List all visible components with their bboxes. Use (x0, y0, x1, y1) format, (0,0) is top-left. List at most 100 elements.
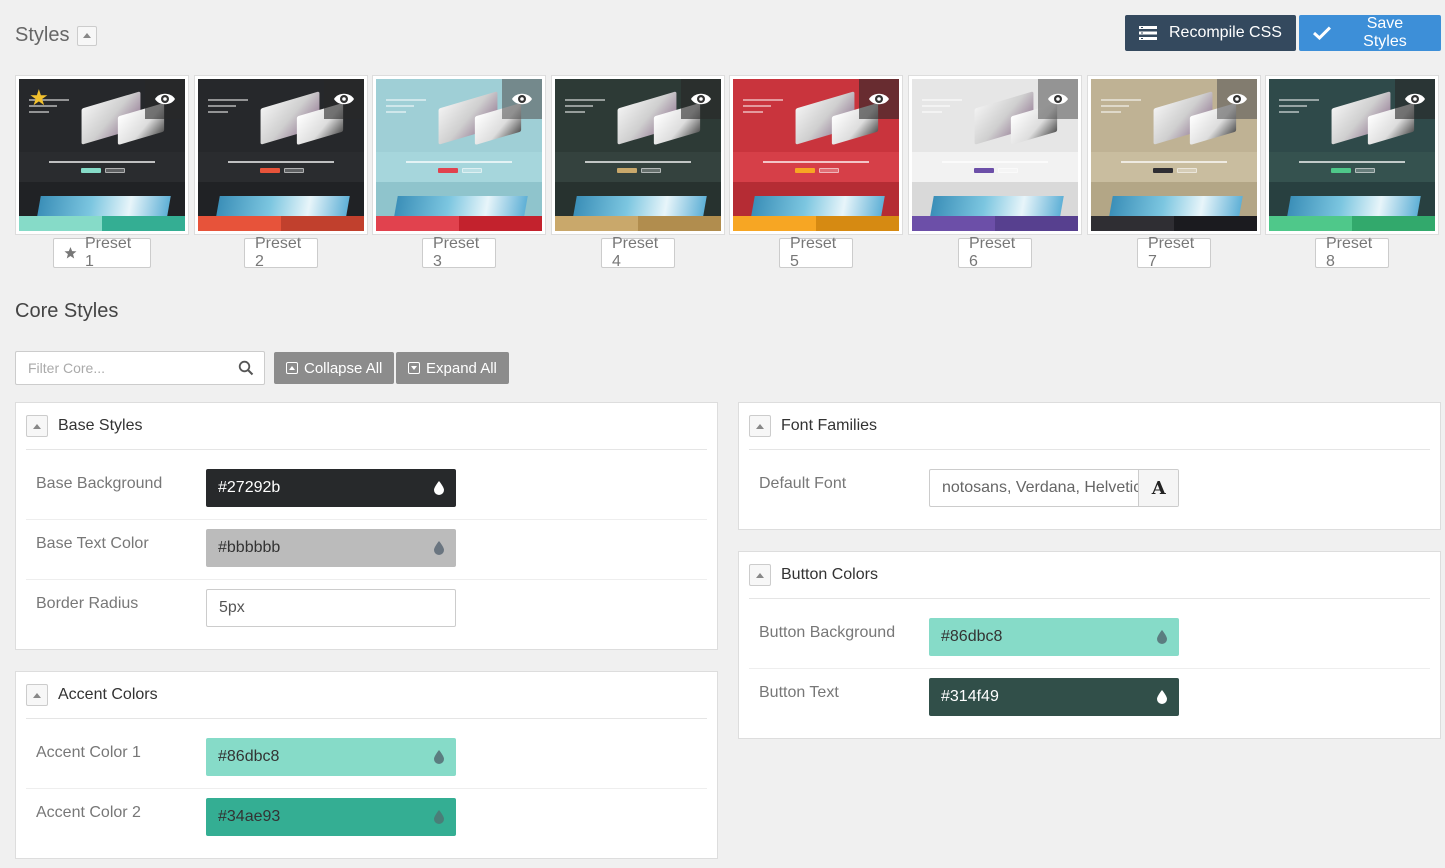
accent-colors-panel: Accent Colors Accent Color 1 #86dbc8 Acc… (15, 671, 718, 859)
preset-card[interactable]: Preset 6 (908, 75, 1082, 270)
preset-label-button[interactable]: Preset 1 (53, 235, 151, 270)
preset-label-button[interactable]: Preset 4 (601, 235, 675, 270)
preset-label-button[interactable]: Preset 8 (1315, 235, 1389, 270)
expand-all-button[interactable]: Expand All (396, 352, 509, 384)
preview-eye-button[interactable] (859, 79, 899, 119)
preset-card[interactable]: Preset 7 (1087, 75, 1261, 270)
preview-eye-button[interactable] (324, 79, 364, 119)
preset-label-button[interactable]: Preset 6 (958, 235, 1032, 270)
preset-color-swatch-primary (376, 216, 459, 231)
preset-label-button[interactable]: Preset 7 (1137, 235, 1211, 270)
chevron-up-icon (756, 423, 764, 429)
preview-eye-button[interactable] (681, 79, 721, 119)
list-icon (1139, 26, 1157, 40)
color-drop-icon[interactable] (434, 541, 444, 555)
collapse-square-icon (286, 362, 298, 374)
button-background-color-field[interactable]: #86dbc8 (929, 618, 1179, 656)
setting-label: Accent Color 1 (36, 744, 141, 761)
base-styles-collapse-toggle[interactable] (26, 415, 48, 437)
page-title-text: Styles (15, 24, 70, 46)
preset-label-text: Preset 4 (612, 235, 659, 270)
preset-card[interactable]: Preset 5 (729, 75, 903, 270)
recompile-css-label: Recompile CSS (1169, 24, 1282, 41)
preset-thumbnail[interactable] (194, 75, 368, 235)
preset-thumbnail[interactable]: ★ (15, 75, 189, 235)
preset-label-button[interactable]: Preset 3 (422, 235, 496, 270)
button-colors-header: Button Colors (749, 552, 1430, 599)
save-styles-button[interactable]: Save Styles (1299, 15, 1441, 51)
accent-colors-collapse-toggle[interactable] (26, 684, 48, 706)
setting-label: Default Font (759, 475, 847, 492)
setting-row-accent-color-1: Accent Color 1 #86dbc8 (26, 729, 707, 789)
collapse-all-button[interactable]: Collapse All (274, 352, 395, 384)
color-drop-icon[interactable] (1157, 630, 1167, 644)
preset-card[interactable]: ★ Preset 1 (15, 75, 189, 270)
filter-core-field[interactable] (15, 351, 265, 385)
styles-collapse-toggle[interactable] (77, 25, 98, 46)
setting-row-border-radius: Border Radius 5px (26, 580, 707, 640)
active-star-icon: ★ (29, 85, 49, 110)
setting-row-base-text-color: Base Text Color #bbbbbb (26, 520, 707, 580)
color-drop-icon[interactable] (434, 810, 444, 824)
preset-card[interactable]: Preset 2 (194, 75, 368, 270)
preset-thumbnail[interactable] (1087, 75, 1261, 235)
button-text-color-field[interactable]: #314f49 (929, 678, 1179, 716)
button-colors-collapse-toggle[interactable] (749, 564, 771, 586)
color-value: #27292b (218, 479, 281, 496)
preset-card[interactable]: Preset 4 (551, 75, 725, 270)
preset-color-swatch-secondary (816, 216, 899, 231)
core-styles-title: Core Styles (15, 300, 119, 322)
preset-thumbnail[interactable] (908, 75, 1082, 235)
font-families-title: Font Families (781, 417, 878, 434)
border-radius-value: 5px (219, 599, 245, 616)
thumbnail-footer (1269, 182, 1435, 216)
base-background-color-field[interactable]: #27292b (206, 469, 456, 507)
preset-label-text: Preset 2 (255, 235, 302, 270)
preset-color-swatch-primary (19, 216, 102, 231)
preset-thumbnail[interactable] (1265, 75, 1439, 235)
chevron-up-icon (33, 423, 41, 429)
color-value: #bbbbbb (218, 539, 281, 556)
thumbnail-band (912, 152, 1078, 182)
preset-card[interactable]: Preset 3 (372, 75, 546, 270)
preview-eye-button[interactable] (145, 79, 185, 119)
preset-color-swatch-secondary (1352, 216, 1435, 231)
accent-color-1-field[interactable]: #86dbc8 (206, 738, 456, 776)
thumbnail-footer (1091, 182, 1257, 216)
setting-row-button-text: Button Text #314f49 (749, 669, 1430, 729)
default-font-value: notosans, Verdana, Helvetica (942, 479, 1139, 496)
preset-color-swatch-secondary (102, 216, 185, 231)
font-picker-button[interactable]: A (1138, 470, 1178, 506)
color-drop-icon[interactable] (434, 481, 444, 495)
accent-color-2-field[interactable]: #34ae93 (206, 798, 456, 836)
preset-thumbnail[interactable] (551, 75, 725, 235)
preset-label-text: Preset 6 (969, 235, 1016, 270)
color-drop-icon[interactable] (1157, 690, 1167, 704)
base-text-color-field[interactable]: #bbbbbb (206, 529, 456, 567)
preview-eye-button[interactable] (1217, 79, 1257, 119)
border-radius-field[interactable]: 5px (206, 589, 456, 627)
color-drop-icon[interactable] (434, 750, 444, 764)
preset-label-text: Preset 8 (1326, 235, 1373, 270)
font-families-collapse-toggle[interactable] (749, 415, 771, 437)
color-value: #86dbc8 (218, 748, 280, 765)
thumbnail-band (1269, 152, 1435, 182)
recompile-css-button[interactable]: Recompile CSS (1125, 15, 1296, 51)
preset-label-button[interactable]: Preset 5 (779, 235, 853, 270)
preview-eye-button[interactable] (1395, 79, 1435, 119)
preset-thumbnail[interactable] (372, 75, 546, 235)
thumbnail-band (733, 152, 899, 182)
preset-color-swatch-primary (1269, 216, 1352, 231)
thumbnail-footer (912, 182, 1078, 216)
preset-label-button[interactable]: Preset 2 (244, 235, 318, 270)
search-icon[interactable] (238, 360, 254, 376)
thumbnail-footer (198, 182, 364, 216)
preview-eye-button[interactable] (1038, 79, 1078, 119)
filter-core-input[interactable] (16, 352, 226, 384)
thumbnail-band (198, 152, 364, 182)
preset-card[interactable]: Preset 8 (1265, 75, 1439, 270)
button-colors-panel: Button Colors Button Background #86dbc8 … (738, 551, 1441, 739)
preview-eye-button[interactable] (502, 79, 542, 119)
default-font-field[interactable]: notosans, Verdana, Helvetica A (929, 469, 1179, 507)
preset-thumbnail[interactable] (729, 75, 903, 235)
